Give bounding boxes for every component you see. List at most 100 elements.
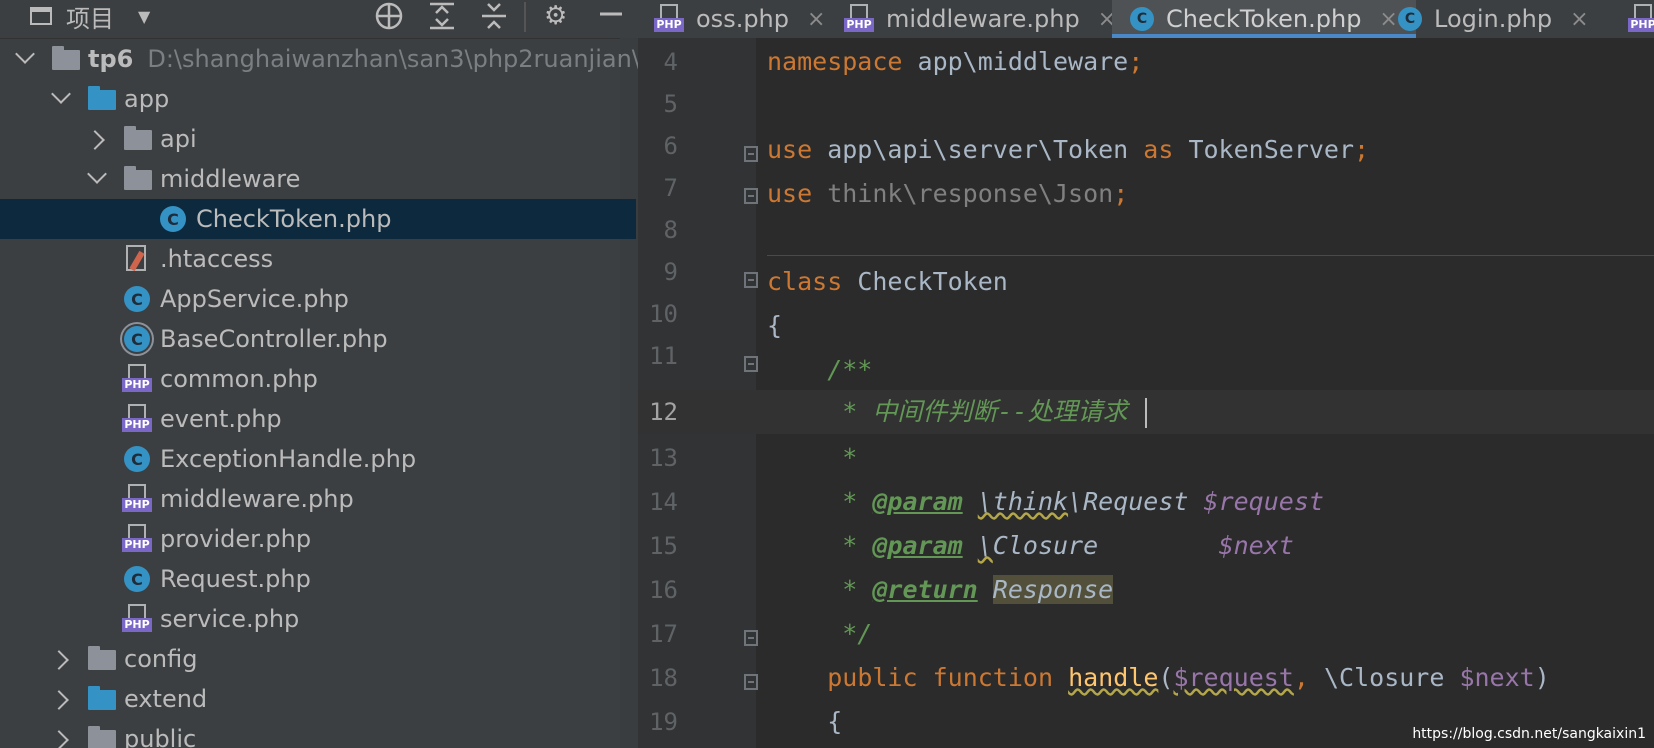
fold-marker-icon[interactable] [744,272,758,288]
current-line-number: 12 [649,398,678,426]
php-file-icon: PHP [122,484,152,514]
tree-item-app[interactable]: app [0,79,636,119]
chevron-down-icon[interactable]: ▼ [138,7,150,26]
tree-item-extend[interactable]: extend [0,679,636,719]
tree-item-label: ExceptionHandle.php [160,445,417,473]
tree-item-middleware[interactable]: middleware [0,159,636,199]
abstract-class-icon: C [124,326,150,352]
line-number: 18 [649,664,678,692]
folder-icon [124,126,152,150]
tree-item-appservice[interactable]: C AppService.php [0,279,636,319]
code-line: use app\api\server\Token as TokenServer; [767,135,1370,164]
class-icon: C [1398,7,1422,31]
crosshair-icon[interactable] [374,0,404,32]
tab-login-php[interactable]: C Login.php × [1398,0,1589,38]
line-number: 19 [649,708,678,736]
tree-item-root[interactable]: tp6 D:\shanghaiwanzhan\san3\php2ruanjian\… [0,39,638,79]
folder-icon [88,86,116,110]
tree-item-api[interactable]: api [0,119,636,159]
code-line: public function handle($request, \Closur… [827,663,1550,692]
tree-item-htaccess[interactable]: .htaccess [0,239,636,279]
project-toolbar: 项目 ▼ ⚙ [0,0,638,39]
chevron-right-icon[interactable] [49,650,69,670]
line-number: 17 [649,620,678,648]
method-separator [767,255,1654,256]
line-number: 13 [649,444,678,472]
tab-middleware-php[interactable]: PHP middleware.php × [844,0,1116,38]
chevron-down-icon[interactable] [15,44,35,64]
tree-item-label: Request.php [160,565,311,593]
tree-item-label: middleware.php [160,485,354,513]
tree-item-checktoken[interactable]: C CheckToken.php [0,199,636,239]
fold-marker-icon[interactable] [744,674,758,690]
close-icon[interactable]: × [807,7,825,32]
class-icon: C [1130,7,1154,31]
class-icon: C [124,566,150,592]
php-file-icon: PHP [1628,4,1654,34]
tree-item-public[interactable]: public [0,719,636,748]
chevron-down-icon[interactable] [87,164,107,184]
line-number: 9 [663,258,678,286]
tab-checktoken-php[interactable]: C CheckToken.php × [1112,0,1416,38]
folder-icon [88,646,116,670]
text-caret [1145,398,1147,428]
close-icon[interactable]: × [1379,7,1397,32]
tree-item-label: .htaccess [160,245,274,273]
code-line: * 中间件判断--处理请求 [767,397,1128,426]
tree-item-label: service.php [160,605,300,633]
tree-item-label: extend [124,685,208,713]
chevron-down-icon[interactable] [51,84,71,104]
tree-item-provider[interactable]: PHP provider.php [0,519,636,559]
line-number: 4 [663,48,678,76]
fold-marker-icon[interactable] [744,630,758,646]
line-number: 6 [663,132,678,160]
tree-item-label: middleware [160,165,301,193]
tree-item-label: app [124,85,170,113]
tree-item-request[interactable]: C Request.php [0,559,636,599]
class-icon: C [124,446,150,472]
folder-icon [88,726,116,748]
tab-overflow[interactable]: PHP [1628,0,1654,38]
project-panel: 项目 ▼ ⚙ tp6 D:\shanghaiwanzhan\san3\php2ru… [0,0,638,748]
chevron-right-icon[interactable] [85,130,105,150]
code-line: namespace app\middleware; [767,47,1144,76]
tree-item-label: config [124,645,198,673]
fold-marker-icon[interactable] [744,146,758,162]
tree-item-event[interactable]: PHP event.php [0,399,636,439]
gear-icon[interactable]: ⚙ [544,0,567,32]
expand-all-icon[interactable] [428,0,456,32]
folder-icon [52,46,80,70]
tab-label: middleware.php [886,5,1080,33]
tree-item-basecontroller[interactable]: C BaseController.php [0,319,636,359]
tree-item-middleware-php[interactable]: PHP middleware.php [0,479,636,519]
tab-label: CheckToken.php [1166,5,1362,33]
line-number: 10 [649,300,678,328]
fold-marker-icon[interactable] [744,188,758,204]
close-icon[interactable]: × [1570,7,1588,32]
code-line: class CheckToken [767,267,1008,296]
tree-item-label: api [160,125,197,153]
code-line: * @param \think\Request $request [767,487,1324,516]
root-path: D:\shanghaiwanzhan\san3\php2ruanjian\ph [147,45,638,73]
fold-marker-icon[interactable] [744,356,758,372]
collapse-all-icon[interactable] [480,0,508,32]
line-number: 5 [663,90,678,118]
tree-item-label: common.php [160,365,318,393]
tree-item-label: provider.php [160,525,312,553]
class-icon: C [124,286,150,312]
project-view-selector[interactable]: 项目 ▼ [30,0,150,33]
code-line: * @param \Closure $next [767,531,1294,560]
chevron-right-icon[interactable] [49,730,69,748]
tab-oss-php[interactable]: PHP oss.php × [654,0,825,38]
php-file-icon: PHP [654,4,684,34]
chevron-right-icon[interactable] [49,690,69,710]
tree-item-config[interactable]: config [0,639,636,679]
code-line: /** [767,355,873,384]
minimize-icon[interactable] [598,0,624,32]
tree-item-service[interactable]: PHP service.php [0,599,636,639]
php-file-icon: PHP [844,4,874,34]
tree-item-common[interactable]: PHP common.php [0,359,636,399]
line-number: 11 [649,342,678,370]
editor-tab-bar: PHP oss.php × PHP middleware.php × C Che… [638,0,1654,39]
tree-item-exceptionhandle[interactable]: C ExceptionHandle.php [0,439,636,479]
